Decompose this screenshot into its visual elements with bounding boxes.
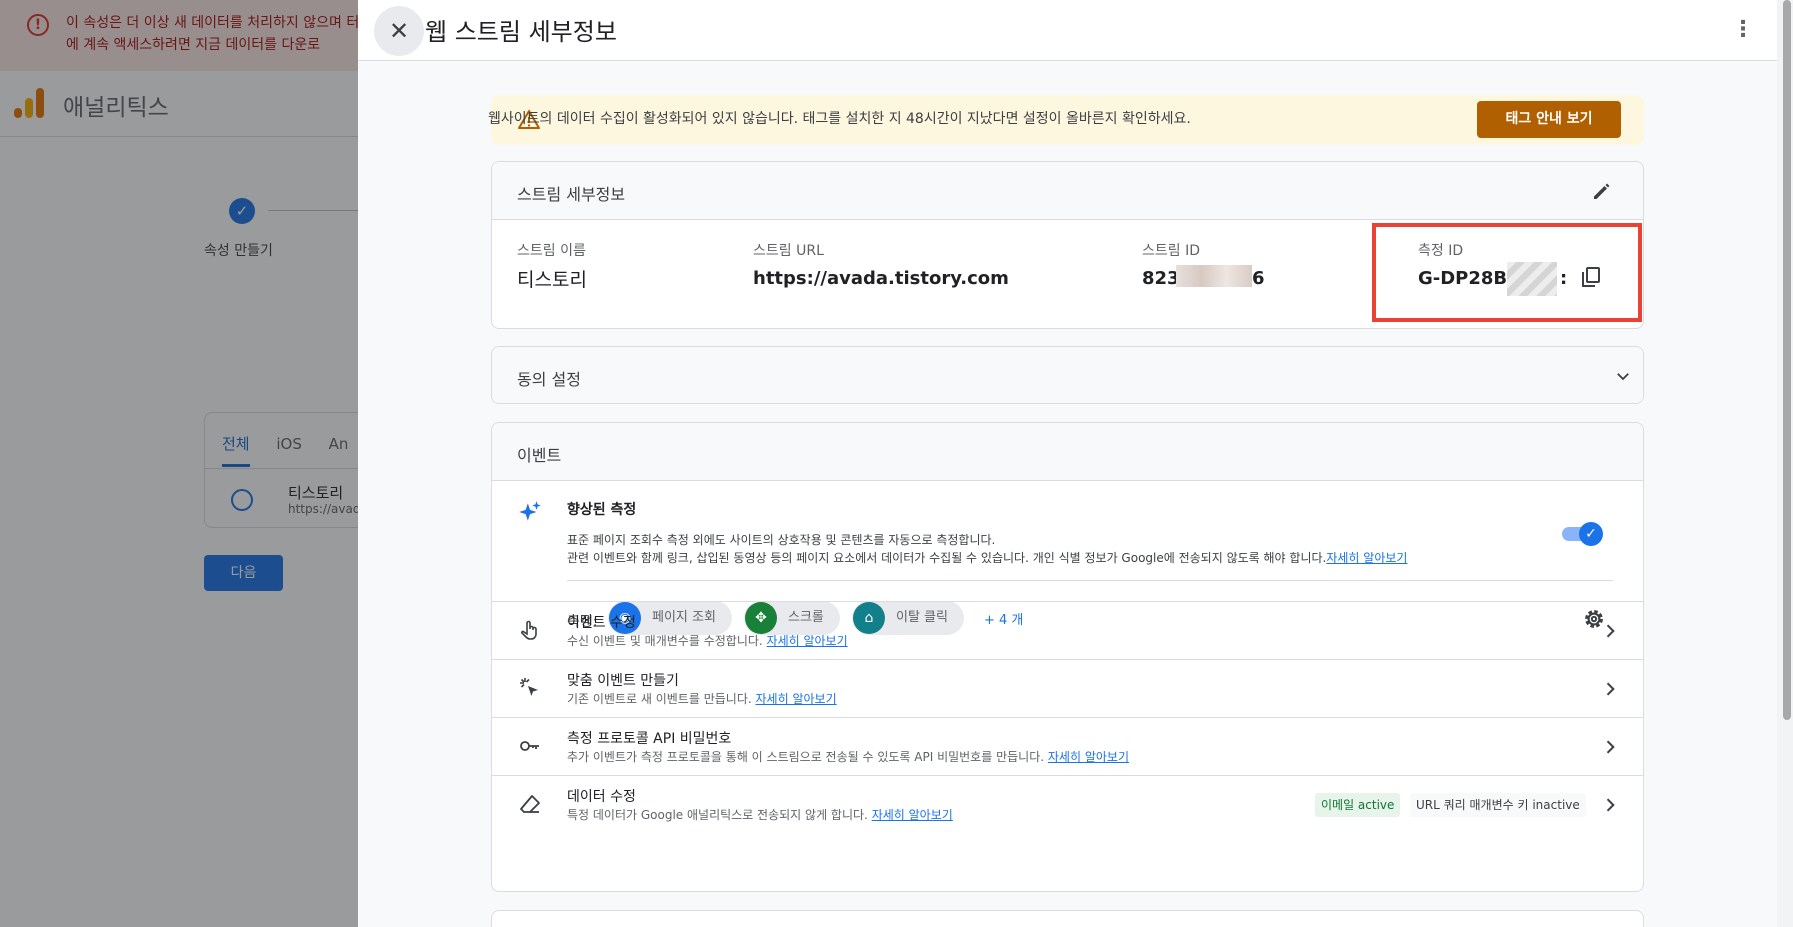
desc-line-2-text: 관련 이벤트와 함께 링크, 삽입된 동영상 등의 페이지 요소에서 데이터가 … <box>567 551 1327 565</box>
consent-header[interactable]: 동의 설정 <box>492 347 1643 403</box>
next-section-card <box>491 910 1644 927</box>
sparkle-click-icon <box>520 678 538 696</box>
row-desc: 특정 데이터가 Google 애널리틱스로 전송되지 않게 합니다. 자세히 알… <box>567 806 953 823</box>
stream-details-header: 스트림 세부정보 <box>492 162 1643 220</box>
divider <box>567 580 1613 581</box>
scrollbar-thumb[interactable] <box>1783 0 1791 720</box>
row-desc-text: 수신 이벤트 및 매개변수를 수정합니다. <box>567 634 763 648</box>
stream-name-value: 티스토리 <box>517 269 587 291</box>
events-header: 이벤트 <box>492 423 1643 481</box>
consent-settings-card[interactable]: 동의 설정 <box>491 346 1644 404</box>
row-title: 이벤트 수정 <box>567 615 636 631</box>
close-icon: ✕ <box>388 17 410 45</box>
stream-id-value-start: 823 <box>1142 268 1180 289</box>
chevron-right-icon[interactable] <box>1600 621 1620 641</box>
enhanced-measurement-title: 향상된 측정 <box>567 502 637 518</box>
modify-events-row[interactable]: 이벤트 수정 수신 이벤트 및 매개변수를 수정합니다. 자세히 알아보기 <box>492 601 1643 659</box>
learn-more-link[interactable]: 자세히 알아보기 <box>767 634 848 648</box>
events-title: 이벤트 <box>517 446 562 465</box>
consent-title: 동의 설정 <box>517 370 581 389</box>
drawer-title: 웹 스트림 세부정보 <box>425 18 617 46</box>
desc-line-1: 표준 페이지 조회수 측정 외에도 사이트의 상호작용 및 콘텐츠를 자동으로 … <box>567 533 996 547</box>
desc-line-2: 관련 이벤트와 함께 링크, 삽입된 동영상 등의 페이지 요소에서 데이터가 … <box>567 549 1527 567</box>
email-redaction-badge: 이메일 active <box>1315 793 1401 817</box>
events-card: 이벤트 향상된 측정 표준 페이지 조회수 측정 외에도 사이트의 상호작용 및… <box>491 422 1644 892</box>
stream-id-value-end: 6 <box>1252 268 1265 289</box>
row-title: 맞춤 이벤트 만들기 <box>567 673 679 689</box>
learn-more-link[interactable]: 자세히 알아보기 <box>1048 750 1129 764</box>
section-title: 스트림 세부정보 <box>517 185 626 204</box>
row-title: 데이터 수정 <box>567 789 636 805</box>
row-desc: 추가 이벤트가 측정 프로토콜을 통해 이 스트림으로 전송될 수 있도록 AP… <box>567 748 1129 765</box>
touch-icon <box>521 620 537 640</box>
check-icon[interactable]: ✓ <box>1579 522 1603 546</box>
row-desc-text: 특정 데이터가 Google 애널리틱스로 전송되지 않게 합니다. <box>567 808 868 822</box>
close-button[interactable]: ✕ <box>374 6 424 56</box>
stream-url-value: https://avada.tistory.com <box>753 268 1009 289</box>
warning-text: 웹사이트의 데이터 수집이 활성화되어 있지 않습니다. 태그를 설치한 지 4… <box>488 111 1191 127</box>
create-custom-event-row[interactable]: 맞춤 이벤트 만들기 기존 이벤트로 새 이벤트를 만듭니다. 자세히 알아보기 <box>492 659 1643 717</box>
stream-url-label: 스트림 URL <box>753 243 824 259</box>
url-redaction-badge: URL 쿼리 매개변수 키 inactive <box>1410 793 1586 817</box>
web-stream-drawer: ✕ 웹 스트림 세부정보 ⋮ 웹사이트의 데이터 수집이 활성화되어 있지 않습… <box>358 0 1777 927</box>
row-desc-text: 기존 이벤트로 새 이벤트를 만듭니다. <box>567 692 752 706</box>
edit-icon[interactable] <box>1590 179 1614 203</box>
row-title: 측정 프로토콜 API 비밀번호 <box>567 731 732 747</box>
measurement-id-highlight <box>1372 223 1642 322</box>
measurement-protocol-row[interactable]: 측정 프로토콜 API 비밀번호 추가 이벤트가 측정 프로토콜을 통해 이 스… <box>492 717 1643 775</box>
chevron-right-icon[interactable] <box>1600 679 1620 699</box>
data-redaction-row[interactable]: 데이터 수정 특정 데이터가 Google 애널리틱스로 전송되지 않게 합니다… <box>492 775 1643 833</box>
redacted-stream-id <box>1176 265 1252 287</box>
learn-more-link[interactable]: 자세히 알아보기 <box>756 692 837 706</box>
stream-id-label: 스트림 ID <box>1142 243 1200 259</box>
row-desc-text: 추가 이벤트가 측정 프로토콜을 통해 이 스트림으로 전송될 수 있도록 AP… <box>567 750 1045 764</box>
chevron-down-icon[interactable] <box>1614 367 1632 385</box>
row-desc: 수신 이벤트 및 매개변수를 수정합니다. 자세히 알아보기 <box>567 632 848 649</box>
learn-more-link[interactable]: 자세히 알아보기 <box>872 808 953 822</box>
stream-name-label: 스트림 이름 <box>517 243 586 259</box>
more-vert-icon[interactable]: ⋮ <box>1725 12 1761 48</box>
sparkle-icon <box>519 501 541 521</box>
chevron-right-icon[interactable] <box>1600 737 1620 757</box>
row-desc: 기존 이벤트로 새 이벤트를 만듭니다. 자세히 알아보기 <box>567 690 837 707</box>
chevron-right-icon[interactable] <box>1600 795 1620 815</box>
eraser-icon <box>520 795 540 813</box>
view-tag-guide-button[interactable]: 태그 안내 보기 <box>1477 101 1621 138</box>
enhanced-measurement-desc: 표준 페이지 조회수 측정 외에도 사이트의 상호작용 및 콘텐츠를 자동으로 … <box>567 531 1527 567</box>
learn-more-link[interactable]: 자세히 알아보기 <box>1326 551 1407 565</box>
drawer-header: ✕ 웹 스트림 세부정보 ⋮ <box>358 0 1777 61</box>
key-icon <box>520 741 539 751</box>
